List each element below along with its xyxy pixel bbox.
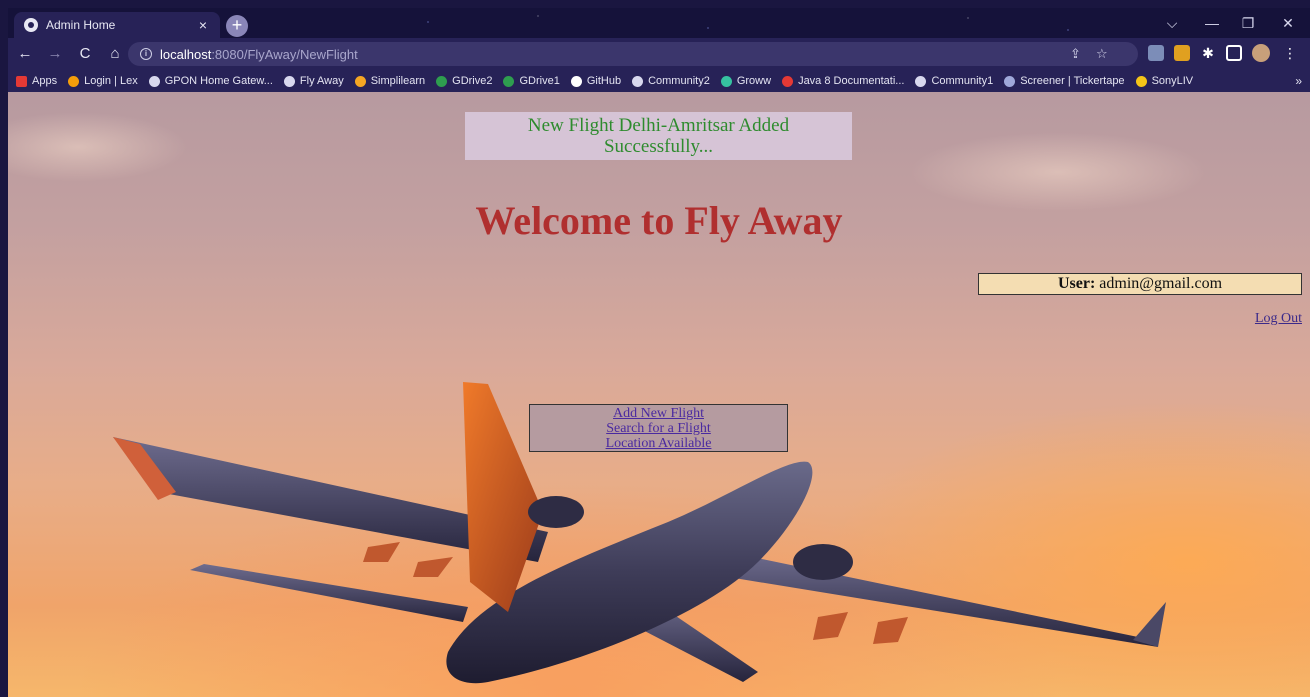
bookmark-label: GDrive2 (452, 75, 493, 87)
bookmark-favicon-icon (1004, 75, 1016, 87)
bookmark-favicon-icon (1135, 75, 1147, 87)
flap (413, 557, 453, 577)
bookmark-label: Simplilearn (370, 75, 426, 87)
add-new-flight-link[interactable]: Add New Flight (530, 406, 787, 421)
site-info-icon[interactable]: i (140, 48, 152, 60)
tab-strip: Admin Home × + ⌵ — ❐ ✕ (8, 8, 1310, 38)
reload-icon[interactable]: C (72, 41, 98, 67)
globe-icon (24, 18, 38, 32)
bookmark-label: Login | Lex (84, 75, 138, 87)
profile-avatar[interactable] (1252, 44, 1270, 62)
bookmark-item[interactable]: Community2 (632, 75, 710, 87)
bookmark-favicon-icon (436, 75, 448, 87)
bookmark-item[interactable]: Apps (16, 75, 57, 87)
bookmark-item[interactable]: Fly Away (283, 75, 344, 87)
tab-title: Admin Home (46, 18, 116, 32)
extensions-puzzle-icon[interactable]: ✱ (1200, 45, 1216, 61)
bookmark-favicon-icon (782, 75, 794, 87)
bookmark-favicon-icon (283, 75, 295, 87)
extension-icon-1[interactable] (1148, 45, 1164, 61)
bookmarks-overflow-icon[interactable]: » (1295, 74, 1302, 88)
bookmark-item[interactable]: Simplilearn (354, 75, 426, 87)
bookmark-favicon-icon (632, 75, 644, 87)
side-panel-icon[interactable] (1226, 45, 1242, 61)
flap (813, 612, 848, 640)
bookmark-item[interactable]: GDrive2 (436, 75, 492, 87)
bookmarks-bar: Apps Login | Lex GPON Home Gatew... Fly Awa… (8, 70, 1310, 92)
bookmark-favicon-icon (68, 75, 80, 87)
right-wing (728, 552, 1158, 647)
back-icon[interactable]: ← (12, 41, 38, 67)
bookmark-favicon-icon (16, 75, 27, 87)
browser-toolbar: ← → C ⌂ i localhost :8080/FlyAway/NewFli… (8, 38, 1310, 70)
logout-link[interactable]: Log Out (1255, 311, 1302, 327)
tab-admin-home[interactable]: Admin Home × (14, 12, 220, 38)
url-host: localhost (160, 46, 212, 62)
url-path: :8080/FlyAway/NewFlight (211, 46, 358, 62)
bookmark-favicon-icon (503, 75, 515, 87)
bookmark-label: Java 8 Documentati... (798, 75, 905, 87)
bookmark-label: GPON Home Gatew... (164, 75, 273, 87)
page-title: Welcome to Fly Away (475, 198, 843, 243)
close-tab-icon[interactable]: × (196, 17, 210, 33)
bookmark-label: Community1 (931, 75, 994, 87)
bookmark-favicon-icon (354, 75, 366, 87)
restore-button[interactable]: ❐ (1230, 12, 1266, 34)
bookmark-item[interactable]: Screener | Tickertape (1004, 75, 1125, 87)
engine-left-inner (528, 496, 584, 528)
extension-icon-2[interactable] (1174, 45, 1190, 61)
bookmark-favicon-icon (720, 75, 732, 87)
bookmark-label: Groww (736, 75, 772, 87)
search-flight-link[interactable]: Search for a Flight (530, 421, 787, 436)
bookmark-item[interactable]: Community1 (915, 75, 993, 87)
bookmark-label: GDrive1 (519, 75, 560, 87)
user-email: admin@gmail.com (1099, 275, 1223, 292)
user-info-box: User: admin@gmail.com (978, 273, 1302, 295)
bookmark-favicon-icon (915, 75, 927, 87)
home-icon[interactable]: ⌂ (102, 41, 128, 67)
flap (873, 617, 908, 644)
address-bar[interactable]: i localhost :8080/FlyAway/NewFlight ⇪ ☆ (128, 42, 1138, 66)
success-message: New Flight Delhi-Amritsar Added Successf… (465, 112, 852, 160)
bookmark-label: Community2 (648, 75, 710, 87)
bookmark-label: SonyLIV (1151, 75, 1194, 87)
success-message-line1: New Flight Delhi-Amritsar Added (527, 115, 790, 136)
bookmark-item[interactable]: GPON Home Gatew... (148, 75, 273, 87)
browser-window: Admin Home × + ⌵ — ❐ ✕ ← → C ⌂ i localho… (8, 8, 1310, 697)
menu-kebab-icon[interactable]: ⋮ (1282, 45, 1298, 61)
share-icon[interactable]: ⇪ (1070, 46, 1081, 62)
bookmark-label: Apps (32, 75, 58, 87)
engine-right-inner (793, 544, 853, 580)
flap (363, 542, 400, 562)
user-label: User: (1057, 275, 1096, 292)
forward-icon[interactable]: → (42, 41, 68, 67)
page-viewport: New Flight Delhi-Amritsar Added Successf… (8, 92, 1310, 697)
bookmark-label: GitHub (586, 75, 622, 87)
success-message-line2: Successfully... (603, 136, 714, 157)
admin-menu: Add New Flight Search for a Flight Locat… (529, 404, 788, 452)
bookmark-item[interactable]: Groww (720, 75, 772, 87)
bookmark-label: Screener | Tickertape (1020, 75, 1125, 87)
bookmark-item[interactable]: Login | Lex (68, 75, 138, 87)
bookmark-favicon-icon (570, 75, 582, 87)
bookmark-item[interactable]: SonyLIV (1135, 75, 1194, 87)
new-tab-button[interactable]: + (226, 15, 248, 37)
bookmark-item[interactable]: GitHub (570, 75, 622, 87)
right-winglet (1133, 602, 1166, 647)
bookmark-label: Fly Away (299, 75, 344, 87)
minimize-button[interactable]: — (1194, 12, 1230, 34)
location-available-link[interactable]: Location Available (530, 436, 787, 451)
airplane-image (113, 382, 1166, 684)
tab-search-icon[interactable]: ⌵ (1154, 12, 1190, 34)
bookmark-item[interactable]: GDrive1 (503, 75, 560, 87)
bookmark-item[interactable]: Java 8 Documentati... (782, 75, 904, 87)
close-window-button[interactable]: ✕ (1270, 12, 1306, 34)
bookmark-star-icon[interactable]: ☆ (1096, 46, 1108, 62)
bookmark-favicon-icon (148, 75, 160, 87)
